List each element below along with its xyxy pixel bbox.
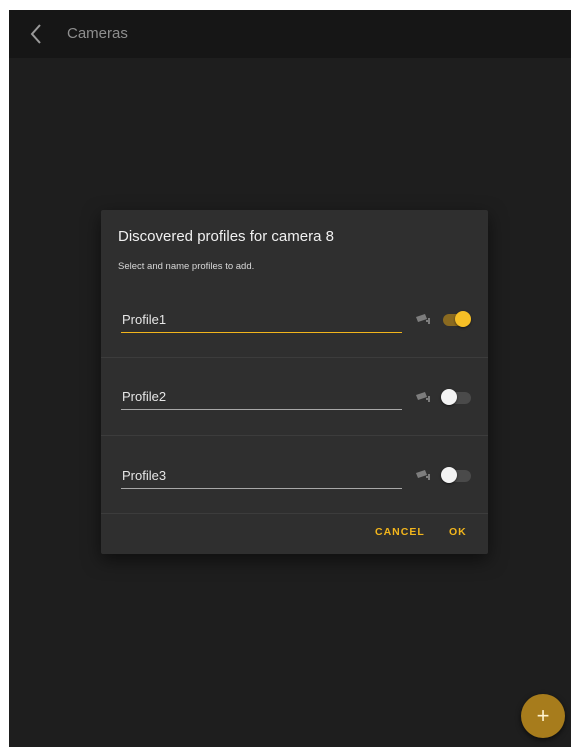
toggle-knob (441, 389, 457, 405)
app-screen: Cameras Discovered profiles for camera 8… (9, 10, 571, 747)
chevron-left-icon[interactable] (25, 22, 49, 46)
toggle-knob (441, 467, 457, 483)
profile-row-1 (101, 280, 488, 358)
row-divider (101, 513, 488, 514)
profile-name-input-1[interactable] (121, 309, 402, 333)
page-title: Cameras (67, 25, 128, 42)
dialog-subtitle: Select and name profiles to add. (118, 261, 255, 272)
dialog-title: Discovered profiles for camera 8 (118, 228, 334, 245)
profile-toggle-2[interactable] (441, 388, 471, 406)
app-bar: Cameras (9, 10, 571, 58)
cancel-button[interactable]: CANCEL (375, 526, 425, 538)
profile-name-input-3[interactable] (121, 465, 402, 489)
profile-row-3 (101, 436, 488, 514)
cctv-camera-icon (416, 470, 430, 480)
plus-icon: + (536, 703, 550, 728)
profile-name-input-2[interactable] (121, 386, 402, 410)
ok-button[interactable]: OK (449, 526, 467, 538)
toggle-knob (455, 311, 471, 327)
profile-toggle-3[interactable] (441, 466, 471, 484)
add-camera-button[interactable]: + (521, 694, 565, 738)
cctv-camera-icon (416, 314, 430, 324)
profile-row-2 (101, 358, 488, 436)
cctv-camera-icon (416, 392, 430, 402)
profiles-dialog: Discovered profiles for camera 8 Select … (101, 210, 488, 554)
profile-toggle-1[interactable] (441, 310, 471, 328)
dialog-actions: CANCEL OK (101, 526, 488, 546)
